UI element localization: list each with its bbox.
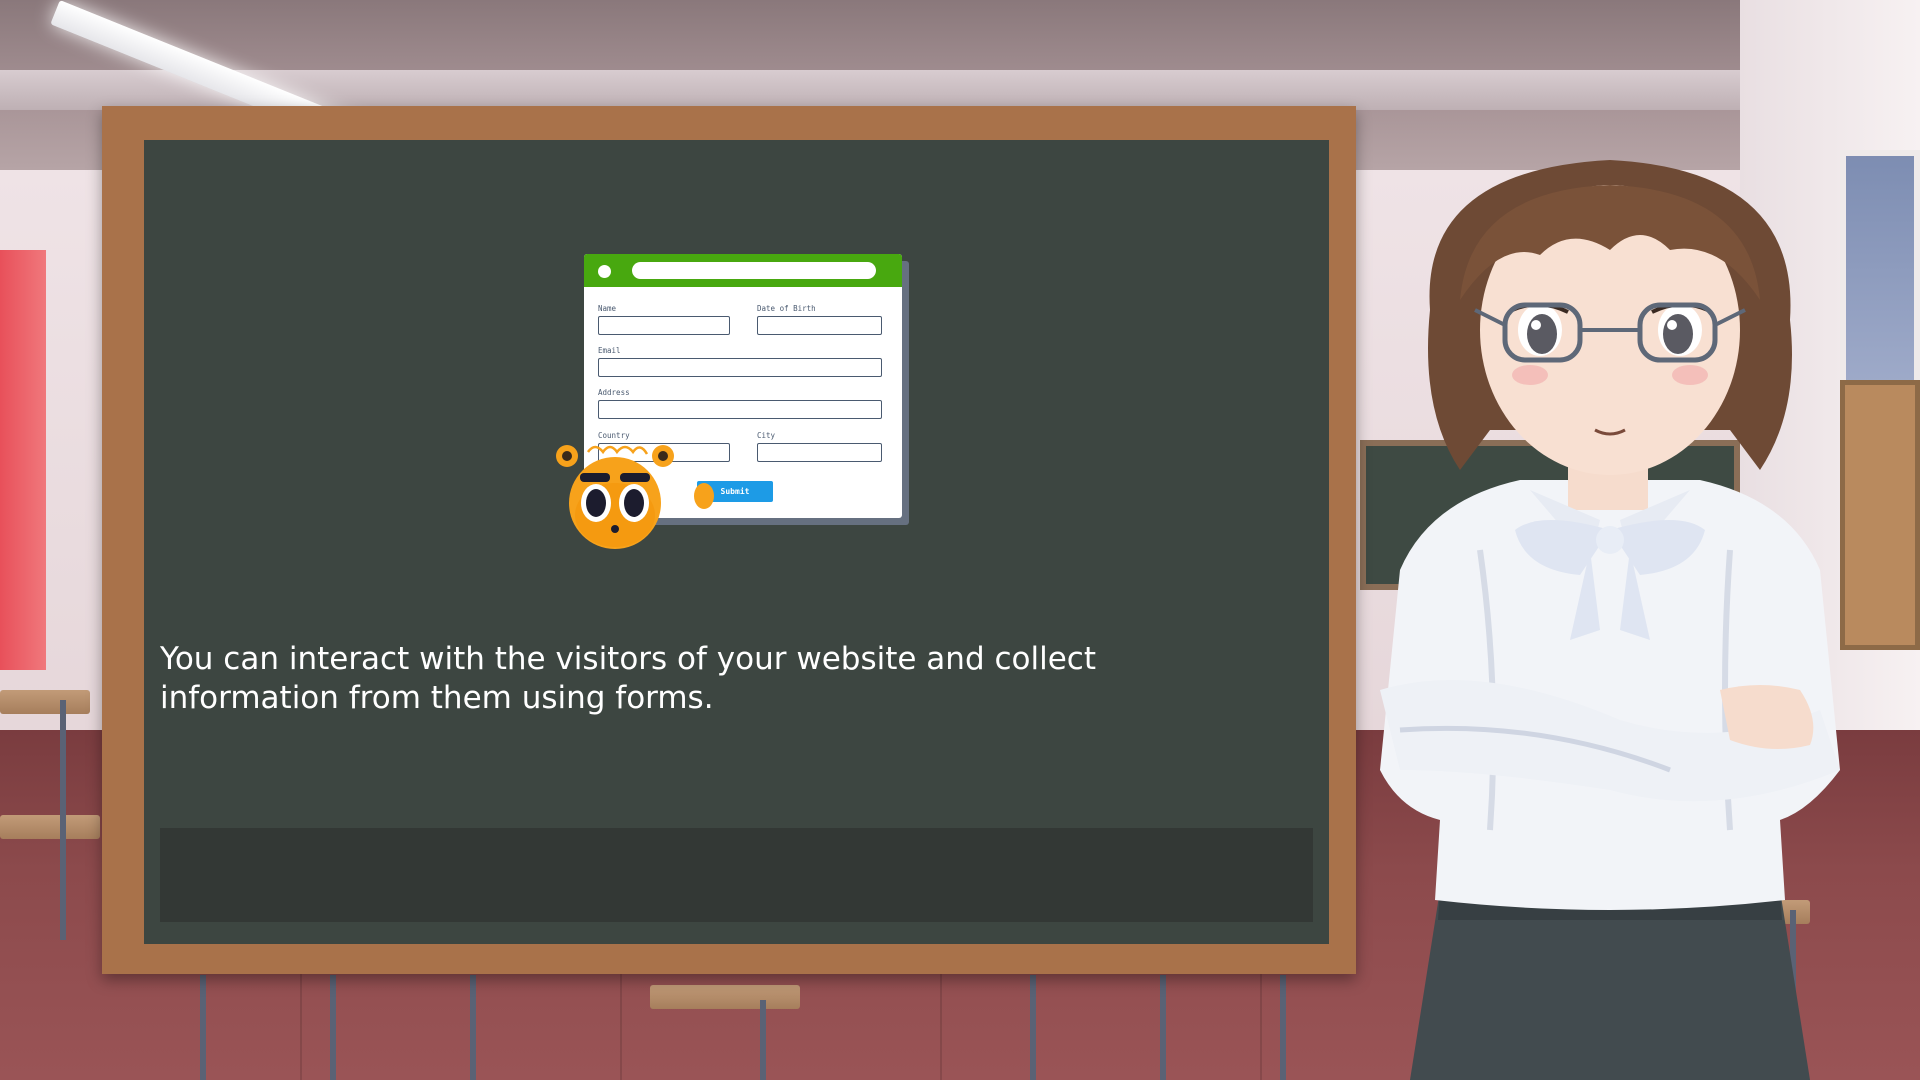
label-email: Email [598, 346, 621, 355]
label-name: Name [598, 304, 617, 313]
red-curtain [0, 250, 46, 670]
label-address: Address [598, 388, 630, 397]
window-title-bar [632, 262, 876, 279]
input-dob [757, 316, 882, 335]
desk [0, 690, 90, 714]
teacher-character [1380, 160, 1840, 1080]
mascot-icon [556, 445, 674, 549]
input-city [757, 443, 882, 462]
form-window-header [584, 254, 902, 287]
input-email [598, 358, 882, 377]
input-name [598, 316, 730, 335]
label-country: Country [598, 431, 630, 440]
dialog-box[interactable] [160, 828, 1313, 922]
desk [650, 985, 800, 1009]
label-dob: Date of Birth [757, 304, 816, 313]
window-dot-icon [598, 265, 611, 278]
desk [0, 815, 100, 839]
mascot-hand-icon [694, 483, 714, 509]
input-address [598, 400, 882, 419]
lesson-text: You can interact with the visitors of yo… [160, 641, 1096, 716]
label-city: City [757, 431, 776, 440]
